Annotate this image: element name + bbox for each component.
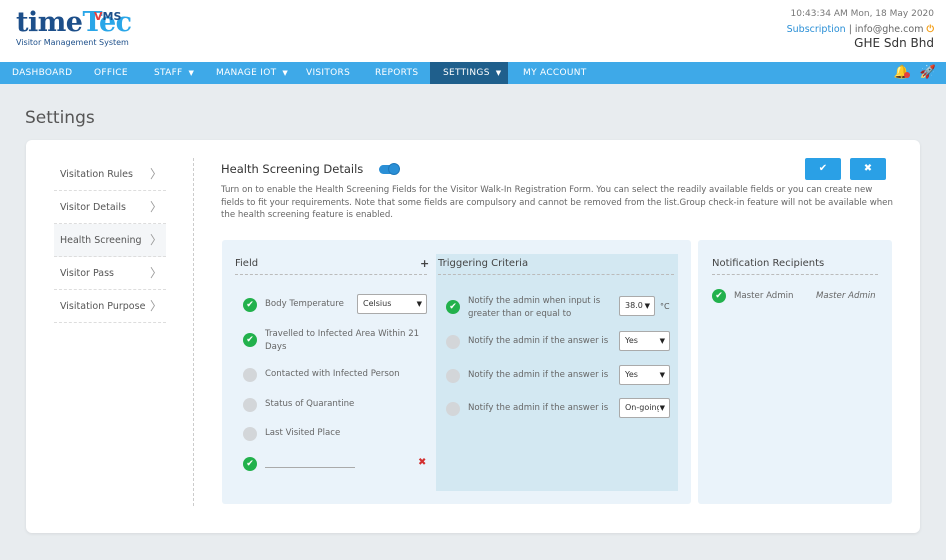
app-header: timeTec VMS Visitor Management System 10… (0, 0, 946, 62)
contacted-answer-select[interactable]: Yes ▼ (619, 365, 670, 385)
power-icon[interactable]: ⏻ (926, 24, 934, 35)
chevron-down-icon: ▼ (658, 399, 665, 417)
checkmark-icon: ✔ (818, 163, 828, 174)
rocket-icon[interactable]: 🚀 (920, 65, 936, 80)
divider (712, 274, 878, 275)
sidebar-item-visitor-details[interactable]: Visitor Details 〉 (54, 191, 166, 224)
divider (235, 274, 427, 275)
caret-down-icon: ▼ (282, 69, 289, 77)
current-datetime: 10:43:34 AM Mon, 18 May 2020 (790, 9, 934, 19)
nav-settings[interactable]: SETTINGS ▼ (430, 62, 508, 84)
quarantine-answer-select[interactable]: On-going ▼ (619, 398, 670, 418)
logo-subtitle: Visitor Management System (16, 38, 129, 47)
settings-card: Visitation Rules 〉 Visitor Details 〉 Healt… (26, 140, 920, 533)
trigger-label: Notify the admin when input is greater t… (468, 296, 601, 319)
nav-manage-iot[interactable]: MANAGE IOT ▼ (216, 62, 288, 84)
chevron-right-icon: 〉 (149, 167, 162, 181)
nav-office[interactable]: OFFICE (94, 62, 128, 84)
close-icon: ✖ (863, 163, 873, 174)
chevron-right-icon: 〉 (149, 266, 162, 280)
sidebar-divider (193, 158, 194, 506)
chevron-right-icon: 〉 (149, 233, 162, 247)
logo-text-time: time (16, 7, 83, 38)
nav-dashboard[interactable]: DASHBOARD (12, 62, 72, 84)
toggle-knob (388, 163, 400, 175)
chevron-right-icon: 〉 (149, 200, 162, 214)
cancel-button[interactable]: ✖ (850, 158, 886, 180)
recipient-role: Master Admin (816, 291, 876, 301)
sidebar-item-visitation-purpose[interactable]: Visitation Purpose 〉 (54, 290, 166, 323)
notification-recipients-panel: Notification Recipients ✔ Master Admin M… (698, 240, 892, 504)
chevron-right-icon: 〉 (149, 299, 162, 313)
field-checkbox-body-temperature[interactable]: ✔ (243, 298, 257, 312)
main-nav: DASHBOARD OFFICE STAFF ▼ MANAGE IOT ▼ VISI… (0, 62, 946, 84)
nav-visitors[interactable]: VISITORS (306, 62, 350, 84)
caret-down-icon: ▼ (188, 69, 195, 77)
travelled-answer-select[interactable]: Yes ▼ (619, 331, 670, 351)
nav-my-account[interactable]: MY ACCOUNT (523, 62, 587, 84)
trigger-checkbox-temperature[interactable]: ✔ (446, 300, 460, 314)
nav-reports[interactable]: REPORTS (375, 62, 418, 84)
subscription-link[interactable]: Subscription (787, 24, 846, 35)
temperature-unit-select[interactable]: Celsius ▼ (357, 294, 427, 314)
chevron-down-icon: ▼ (416, 300, 422, 308)
trigger-label: Notify the admin if the answer is (468, 336, 609, 346)
page-title: Settings (25, 108, 95, 128)
field-checkbox-custom[interactable]: ✔ (243, 457, 257, 471)
field-label: Body Temperature (265, 299, 344, 309)
field-checkbox-last-visited[interactable] (243, 427, 257, 441)
section-title: Health Screening Details (221, 162, 364, 176)
field-checkbox-travelled[interactable]: ✔ (243, 333, 257, 347)
timetec-logo[interactable]: timeTec VMS Visitor Management System (16, 7, 132, 48)
custom-field-input[interactable] (265, 467, 355, 468)
header-account-info: 10:43:34 AM Mon, 18 May 2020 Subscriptio… (787, 9, 934, 50)
field-label: Contacted with Infected Person (265, 369, 400, 379)
chevron-down-icon: ▼ (659, 337, 665, 345)
health-screening-toggle[interactable] (379, 163, 400, 175)
field-label: Status of Quarantine (265, 399, 355, 409)
trigger-label: Notify the admin if the answer is (468, 370, 609, 380)
trigger-checkbox-travelled[interactable] (446, 335, 460, 349)
chevron-down-icon: ▼ (644, 302, 650, 310)
fields-panel: Field + Triggering Criteria ✔ Body Tempe… (222, 240, 691, 504)
unit-label: °C (660, 302, 670, 311)
company-name: GHE Sdn Bhd (854, 36, 934, 50)
logo-vms: VMS (94, 10, 122, 23)
trigger-label: Notify the admin if the answer is (468, 403, 609, 413)
temperature-threshold-select[interactable]: 38.0 ▼ (619, 296, 655, 316)
trigger-checkbox-quarantine[interactable] (446, 402, 460, 416)
notification-dot (903, 72, 910, 78)
chevron-down-icon: ▼ (659, 371, 665, 379)
trigger-checkbox-contacted[interactable] (446, 369, 460, 383)
nav-staff[interactable]: STAFF ▼ (154, 62, 194, 84)
header-separator: | (848, 24, 852, 35)
trigger-column-header: Triggering Criteria (438, 258, 529, 269)
settings-sidebar: Visitation Rules 〉 Visitor Details 〉 Healt… (54, 158, 166, 323)
recipients-header: Notification Recipients (712, 258, 825, 269)
account-email: info@ghe.com (854, 24, 924, 35)
add-field-button[interactable]: + (420, 257, 429, 270)
save-button[interactable]: ✔ (805, 158, 841, 180)
field-checkbox-quarantine[interactable] (243, 398, 257, 412)
field-checkbox-contacted[interactable] (243, 368, 257, 382)
field-label: Travelled to Infected Area Within 21 Day… (265, 329, 420, 352)
caret-down-icon: ▼ (495, 69, 502, 77)
sidebar-item-health-screening[interactable]: Health Screening 〉 (54, 224, 166, 257)
section-description: Turn on to enable the Health Screening F… (221, 185, 893, 220)
field-label: Last Visited Place (265, 428, 341, 438)
field-column-header: Field (235, 258, 259, 269)
sidebar-item-visitation-rules[interactable]: Visitation Rules 〉 (54, 158, 166, 191)
recipient-checkbox-master-admin[interactable]: ✔ (712, 289, 726, 303)
divider (438, 274, 674, 275)
delete-field-button[interactable]: ✖ (418, 457, 426, 468)
sidebar-item-visitor-pass[interactable]: Visitor Pass 〉 (54, 257, 166, 290)
recipient-name: Master Admin (734, 291, 794, 301)
